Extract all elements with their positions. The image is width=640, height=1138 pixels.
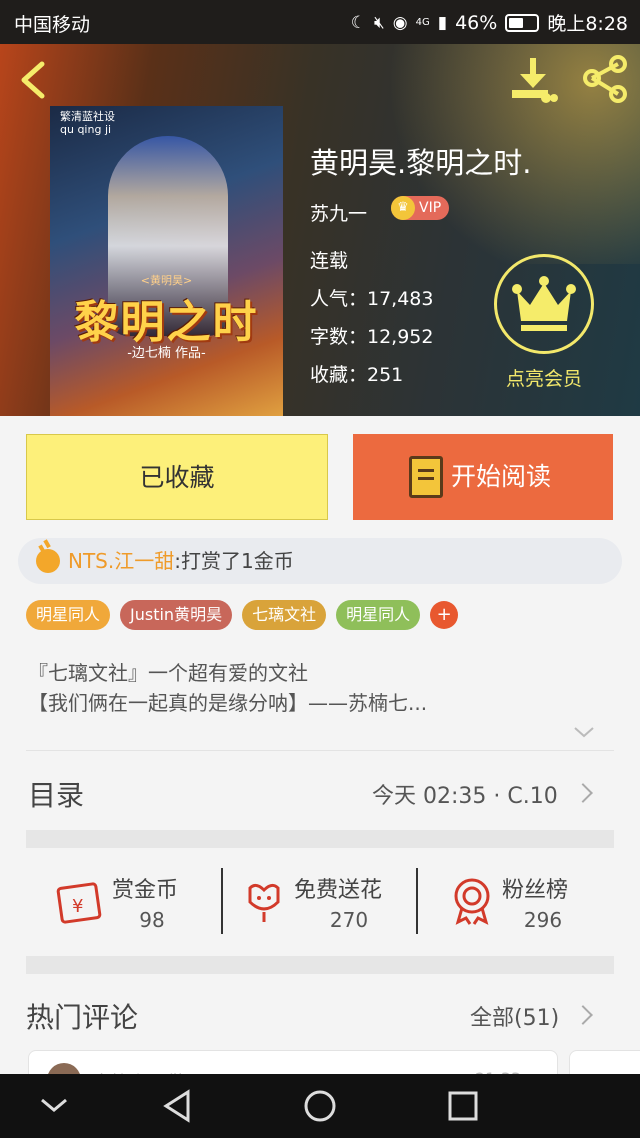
fan-ranking-label: 粉丝榜 [502,878,569,903]
red-envelope-icon: ¥ [56,882,102,924]
divider [26,750,614,751]
nav-hide-button[interactable] [34,1088,74,1124]
toc-title[interactable]: 目录 [28,774,84,814]
reward-coins-count: 98 [139,908,165,932]
comments-chevron-icon [573,1005,593,1025]
gift-notice[interactable]: NTS.江一甜:打赏了1金币 [18,538,622,584]
description-line: 【我们俩在一起真的是缘分呐】——苏楠七... [28,691,428,715]
member-circle [494,254,594,354]
book-title: 黄明昊.黎明之时. [310,146,532,180]
toc-chevron-icon [573,783,593,803]
carrier-label: 中国移动 [14,14,91,36]
collected-button[interactable]: 已收藏 [26,434,328,520]
book-popularity: 人气：17,483 [310,288,434,310]
author-name[interactable]: 苏九一 [310,199,367,226]
send-flower-button[interactable]: 免费送花 270 [242,866,412,938]
notice-user: NTS.江一甜 [68,549,175,573]
cover-publisher-line2: qu qing ji [60,123,112,136]
start-reading-button[interactable]: 开始阅读 [353,434,613,520]
back-arrow-icon [21,61,45,99]
send-flower-count: 270 [329,908,369,932]
triangle-back-icon [163,1089,190,1123]
cover-publisher: 繁清蓝社设 qu qing ji [60,110,115,136]
clap-icon [36,549,60,573]
signal-icon: ▮ [437,12,448,33]
eye-icon: ◉ [392,12,408,33]
member-button[interactable]: 点亮会员 [490,254,598,394]
medal-icon [454,878,490,925]
nav-back-button[interactable] [158,1088,198,1124]
stat-separator [221,868,223,934]
book-cover[interactable]: 繁清蓝社设 qu qing ji <黄明昊> 黎明之时 -边七楠 作品- [50,106,283,416]
mute-icon: 🔇︎ [374,12,385,33]
status-bar: 中国移动 ☾ 🔇︎ ◉ 4G ▮ 46% 晚上8:28 [0,0,640,44]
battery-icon [505,13,540,32]
reward-coins-button[interactable]: ¥ 赏金币 98 [54,866,204,938]
vip-label: VIP [419,200,442,216]
tag-item[interactable]: 明星同人 [26,600,111,630]
flower-icon [248,883,280,922]
vip-badge[interactable]: ♛ VIP [391,196,450,220]
cover-author: -边七楠 作品- [127,346,206,361]
tag-item[interactable]: 七璃文社 [242,600,327,630]
book-status: 连载 [310,250,349,272]
home-circle-icon [304,1090,336,1122]
stat-separator [416,868,418,934]
notice-text: :打赏了1金币 [174,549,294,573]
book-description[interactable]: 『七璃文社』一个超有爱的文社 【我们俩在一起真的是缘分呐】——苏楠七... [28,658,588,718]
reward-coins-label: 赏金币 [112,878,179,903]
status-icons: ☾ 🔇︎ ◉ 4G ▮ 46% 晚上8:28 [351,9,628,36]
book-header: 繁清蓝社设 qu qing ji <黄明昊> 黎明之时 -边七楠 作品- 黄明昊… [0,44,640,416]
hot-comments-title: 热门评论 [26,1001,139,1034]
tag-item[interactable]: 明星同人 [336,600,421,630]
start-reading-label: 开始阅读 [451,462,552,491]
fan-ranking-button[interactable]: 粉丝榜 296 [450,866,600,938]
cover-publisher-line1: 繁清蓝社设 [60,110,115,123]
share-icon [583,55,627,103]
back-button[interactable] [14,58,58,102]
member-label: 点亮会员 [505,368,582,390]
battery-percent: 46% [455,11,498,34]
all-comments-link[interactable]: 全部(51) [470,1000,559,1032]
download-button[interactable] [508,54,558,106]
book-favorites: 收藏：251 [310,364,404,386]
share-button[interactable] [580,54,630,104]
svg-text:¥: ¥ [72,896,83,917]
section-gap [26,830,614,848]
cover-title: 黎明之时 [74,297,259,348]
add-tag-button[interactable]: + [430,601,459,629]
description-line: 『七璃文社』一个超有爱的文社 [28,661,308,685]
system-nav-bar [0,1074,640,1138]
book-word-count: 字数：12,952 [310,326,434,348]
tag-list: 明星同人 Justin黄明昊 七璃文社 明星同人 + [26,600,459,630]
chevron-down-icon [41,1098,67,1112]
nav-recents-button[interactable] [442,1088,482,1124]
square-recents-icon [448,1091,478,1121]
download-icon [512,58,558,103]
expand-chevron-icon[interactable] [572,722,596,742]
fan-ranking-count: 296 [523,908,563,932]
nav-home-button[interactable] [300,1088,340,1124]
vip-crown-icon: ♛ [391,196,415,220]
clock: 晚上8:28 [547,13,628,35]
tag-item[interactable]: Justin黄明昊 [120,600,233,630]
toc-latest-chapter[interactable]: 今天 02:35 · C.10 [372,778,558,810]
section-gap [26,956,614,974]
book-icon [409,456,443,498]
crown-icon [512,276,576,331]
moon-icon: ☾ [350,12,367,33]
network-label: 4G [415,16,430,28]
send-flower-label: 免费送花 [294,878,383,903]
